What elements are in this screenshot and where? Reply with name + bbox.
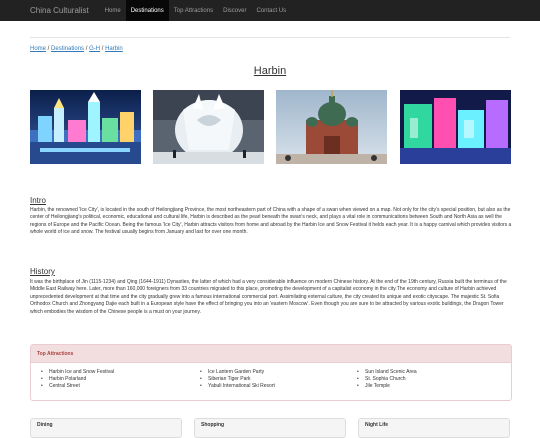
attraction-link[interactable]: Ice Lantern Garden Party <box>200 369 275 376</box>
st-sophia-church-photo[interactable] <box>276 90 387 164</box>
photo-gallery <box>30 90 511 164</box>
page-title: Harbin <box>253 65 287 77</box>
breadcrumb-home[interactable]: Home <box>30 46 46 52</box>
breadcrumb-harbin[interactable]: Harbin <box>105 46 123 52</box>
nav-top-attractions[interactable]: Top Attractions <box>169 0 218 21</box>
dining-heading: Dining <box>37 422 53 428</box>
brand-link[interactable]: China Culturalist <box>30 0 89 21</box>
attraction-link[interactable]: Harbin Polarland <box>41 376 114 383</box>
attraction-link[interactable]: Harbin Ice and Snow Festival <box>41 369 114 376</box>
history-heading: History <box>30 267 55 276</box>
history-text: It was the birthplace of Jin (1115-1234)… <box>30 279 507 315</box>
breadcrumb-destinations[interactable]: Destinations <box>51 46 84 52</box>
attractions-column-3: Sun Island Scenic Area St. Sophia Church… <box>357 369 417 390</box>
attraction-link[interactable]: St. Sophia Church <box>357 376 417 383</box>
nav-home[interactable]: Home <box>100 0 126 21</box>
intro-text: Harbin, the renowned 'Ice City', is loca… <box>30 207 512 236</box>
nav-contact-us[interactable]: Contact Us <box>251 0 291 21</box>
night-life-panel: Night Life <box>358 418 510 438</box>
shopping-heading: Shopping <box>201 422 225 428</box>
attraction-link[interactable]: Siberian Tiger Park <box>200 376 275 383</box>
nav-destinations[interactable]: Destinations <box>125 0 169 21</box>
ice-lantern-photo[interactable] <box>400 90 511 164</box>
attraction-link[interactable]: Yabuli International Ski Resort <box>200 383 275 390</box>
shopping-panel: Shopping <box>194 418 346 438</box>
intro-heading: Intro <box>30 196 47 205</box>
top-attractions-heading: Top Attractions <box>31 345 511 363</box>
nav-discover[interactable]: Discover <box>218 0 251 21</box>
attraction-link[interactable]: Sun Island Scenic Area <box>357 369 417 376</box>
breadcrumb-gh[interactable]: G-H <box>89 46 100 52</box>
attractions-column-1: Harbin Ice and Snow Festival Harbin Pola… <box>41 369 114 390</box>
breadcrumb: Home / Destinations / G-H / Harbin <box>30 46 123 52</box>
divider <box>30 37 510 38</box>
attraction-link[interactable]: Central Street <box>41 383 114 390</box>
attraction-link[interactable]: Jile Temple <box>357 383 417 390</box>
attractions-column-2: Ice Lantern Garden Party Siberian Tiger … <box>200 369 275 390</box>
top-navbar: China Culturalist Home Destinations Top … <box>0 0 540 21</box>
top-attractions-panel: Top Attractions Harbin Ice and Snow Fest… <box>30 344 512 401</box>
dining-panel: Dining <box>30 418 182 438</box>
night-life-heading: Night Life <box>365 422 389 428</box>
snow-sculpture-photo[interactable] <box>153 90 264 164</box>
ice-castle-photo[interactable] <box>30 90 141 164</box>
